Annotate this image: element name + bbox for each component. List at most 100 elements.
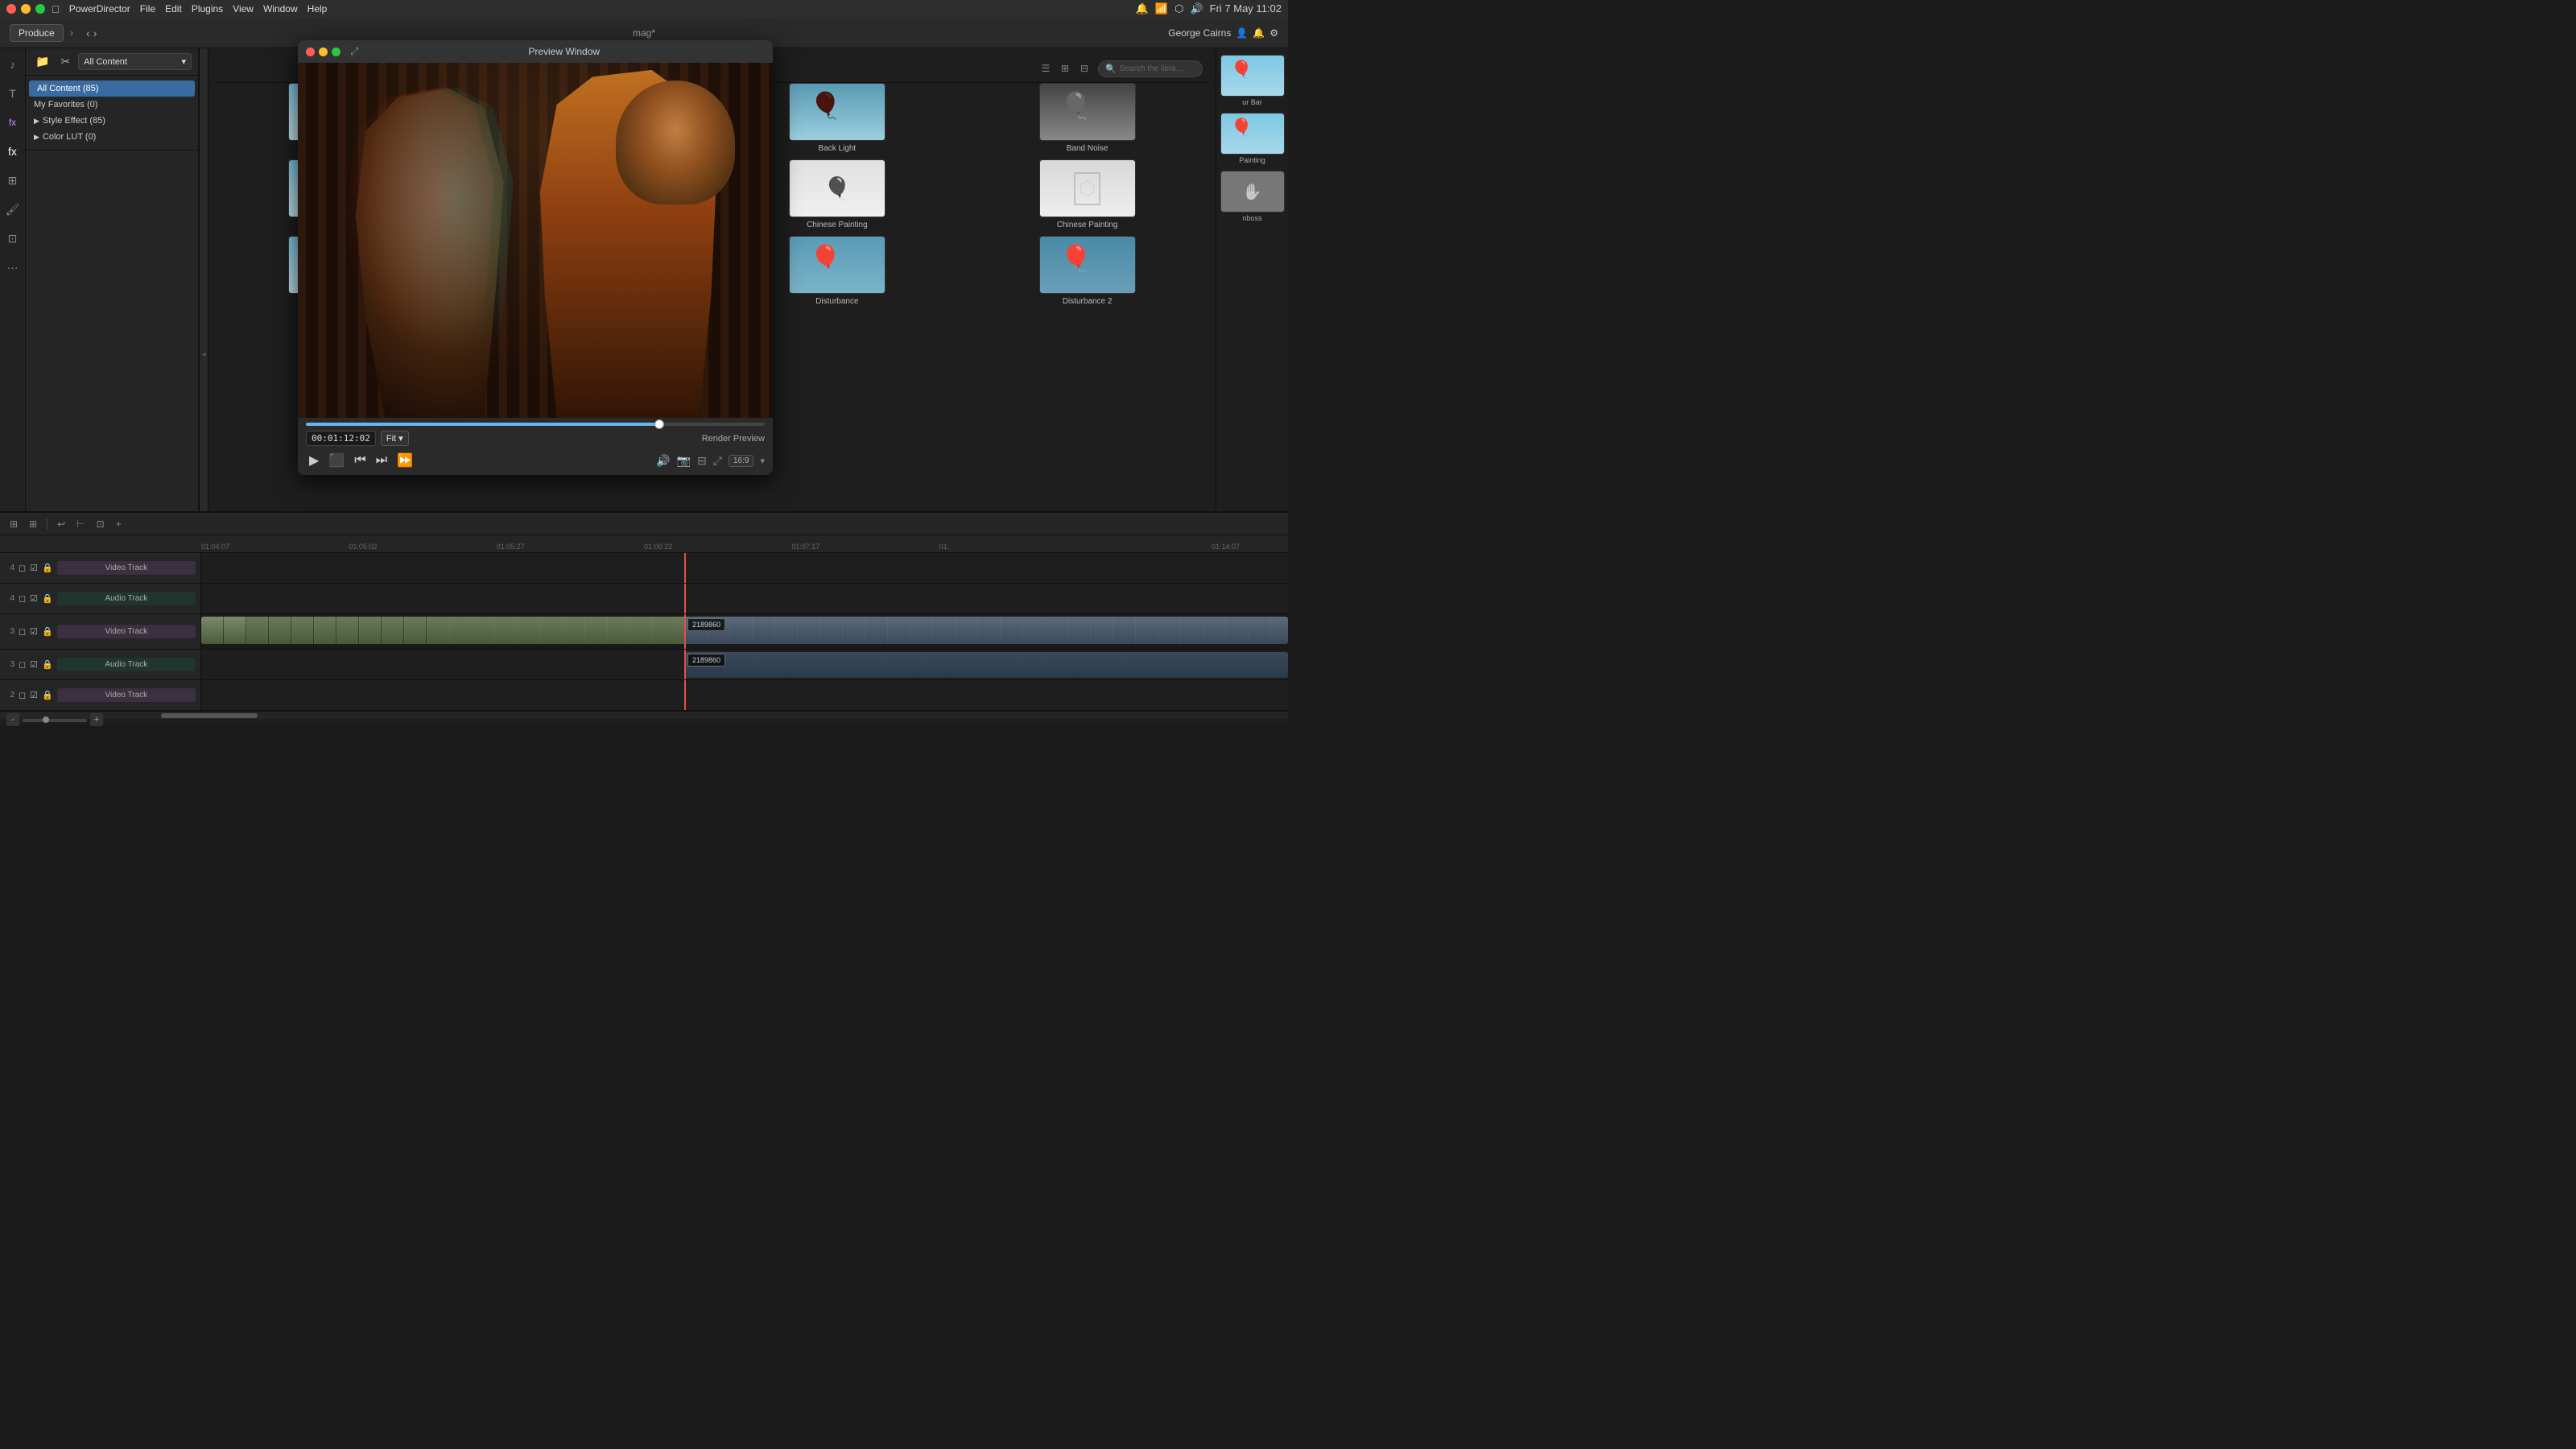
user-avatar-icon[interactable]: 👤 <box>1236 27 1248 39</box>
grid-large-view-button[interactable]: ⊟ <box>1075 60 1093 77</box>
content-dropdown[interactable]: All Content ▾ <box>78 53 192 70</box>
track-audio-3v[interactable]: 🔒 <box>41 625 54 638</box>
track-controls-3v: ◻ ☑ 🔒 <box>18 625 54 638</box>
produce-button[interactable]: Produce <box>10 24 64 42</box>
clip-frames-right <box>684 617 1288 644</box>
film-frame <box>201 617 224 644</box>
track-audio-4a[interactable]: 🔒 <box>41 592 54 605</box>
filter-button[interactable]: ✂ <box>57 53 73 70</box>
track-lock-4a[interactable]: ☑ <box>29 592 39 605</box>
list-view-button[interactable]: ☰ <box>1037 60 1055 77</box>
track-lock-3a[interactable]: ☑ <box>29 658 39 671</box>
timeline: ⊞ ⊞ ↩ ⊢ ⊡ + 01:04:07 01:05:02 01:05:27 0… <box>0 511 1288 724</box>
preview-volume-icon[interactable]: 🔊 <box>656 454 670 468</box>
menu-view[interactable]: View <box>233 3 254 14</box>
sidebar-icon-more[interactable]: ··· <box>3 258 23 277</box>
system-icons: 🔔 📶 ⬡ 🔊 Fri 7 May 11:02 <box>1136 2 1282 15</box>
track-lock-2v[interactable]: ☑ <box>29 689 39 701</box>
sidebar-icon-crop[interactable]: ⊡ <box>3 229 23 248</box>
sidebar-icon-fx[interactable]: fx <box>3 113 23 132</box>
effect-thumb-backlight: 🎈 <box>789 83 886 141</box>
forward-button[interactable]: › <box>93 27 97 39</box>
track-content-3v[interactable]: 2189860 <box>201 614 1288 649</box>
notification-icon[interactable]: 🔔 <box>1136 2 1149 15</box>
tl-add-track-button[interactable]: ⊞ <box>6 517 21 531</box>
track-lock-4v[interactable]: ☑ <box>29 562 39 574</box>
track-audio-2v[interactable]: 🔒 <box>41 689 54 701</box>
settings-icon[interactable]: ⚙ <box>1269 27 1278 39</box>
stop-button[interactable]: ⬛ <box>325 451 348 470</box>
tree-item-favorites[interactable]: My Favorites (0) <box>26 97 198 113</box>
preview-minimize-button[interactable] <box>319 47 328 56</box>
sidebar-icon-brush[interactable]: 🖌 <box>3 200 23 219</box>
track-visible-2v[interactable]: ◻ <box>18 689 27 701</box>
track-audio-4v[interactable]: 🔒 <box>41 562 54 574</box>
right-effect-emboss[interactable]: ✋ nboss <box>1220 171 1285 222</box>
preview-split-icon[interactable]: ⊟ <box>697 454 707 468</box>
preview-close-button[interactable] <box>306 47 315 56</box>
sidebar-icon-music[interactable]: ♪ <box>3 55 23 74</box>
ruler-mark-6: 01:14:07 <box>1212 543 1240 551</box>
effect-bandnoise[interactable]: 🎈 Band Noise <box>965 83 1209 153</box>
tl-scrollbar[interactable]: - + <box>0 711 1288 719</box>
zoom-out-button[interactable]: - <box>6 713 19 726</box>
video-clip-3v-right[interactable]: 2189860 <box>684 617 1288 644</box>
sidebar-icon-effects[interactable]: fx <box>3 142 23 161</box>
grid-small-view-button[interactable]: ⊞ <box>1056 60 1074 77</box>
next-frame-button[interactable]: ⏭ <box>373 451 390 470</box>
toolbar-right: George Cairns 👤 🔔 ⚙ <box>1168 27 1278 39</box>
preview-progress-bar[interactable] <box>306 423 765 426</box>
zoom-slider[interactable] <box>23 719 87 722</box>
search-bar[interactable]: 🔍 Search the libra... <box>1098 60 1203 77</box>
minimize-button[interactable] <box>21 4 31 14</box>
tl-zoom-in-button[interactable]: + <box>113 517 125 531</box>
preview-fit-dropdown[interactable]: Fit ▾ <box>381 431 409 446</box>
volume-icon[interactable]: 🔊 <box>1190 2 1203 15</box>
sidebar-icon-pip[interactable]: ⊞ <box>3 171 23 190</box>
zoom-in-button[interactable]: + <box>90 713 103 726</box>
tl-snap-button[interactable]: ⊞ <box>26 517 40 531</box>
effect-chinese2[interactable]: ⬡ Chinese Painting <box>965 159 1209 229</box>
track-visible-3a[interactable]: ◻ <box>18 658 27 671</box>
back-button[interactable]: ‹ <box>86 27 90 39</box>
traffic-lights <box>6 4 45 14</box>
tl-undo-button[interactable]: ↩ <box>54 517 68 531</box>
tl-split-button[interactable]: ⊢ <box>73 517 88 531</box>
track-visible-4a[interactable]: ◻ <box>18 592 27 605</box>
tree-item-all[interactable]: All Content (85) <box>29 80 195 97</box>
transport-row: ▶ ⬛ ⏮ ⏭ ⏩ 🔊 📷 ⊟ ⤢ 16:9 ▾ <box>306 451 765 470</box>
preview-expand-icon[interactable]: ⤢ <box>350 45 358 58</box>
menu-powerdirector[interactable]: PowerDirector <box>69 3 130 14</box>
prev-frame-button[interactable]: ⏮ <box>351 451 369 470</box>
effect-disturbance2[interactable]: 🎈 Disturbance 2 <box>965 236 1209 306</box>
effect-label-disturbance: Disturbance <box>815 297 858 306</box>
track-visible-4v[interactable]: ◻ <box>18 562 27 574</box>
tl-zoom-fit-button[interactable]: ⊡ <box>93 517 108 531</box>
preview-fullscreen-icon[interactable]: ⤢ <box>713 454 722 468</box>
close-button[interactable] <box>6 4 16 14</box>
tree-item-style[interactable]: ▶ Style Effect (85) <box>26 113 198 129</box>
track-audio-lock-3a[interactable]: 🔒 <box>41 658 54 671</box>
maximize-button[interactable] <box>35 4 45 14</box>
tl-scroll-thumb[interactable] <box>161 713 258 718</box>
tree-item-lut[interactable]: ▶ Color LUT (0) <box>26 129 198 145</box>
fast-forward-button[interactable]: ⏩ <box>394 451 416 470</box>
track-name-4v: Video Track <box>57 561 196 575</box>
right-effect-bar[interactable]: 🎈 ur Bar <box>1220 55 1285 106</box>
preview-snapshot-icon[interactable]: 📷 <box>677 454 691 468</box>
menu-file[interactable]: File <box>140 3 155 14</box>
sidebar-icon-text[interactable]: T <box>3 84 23 103</box>
import-button[interactable]: 📁 <box>32 53 52 70</box>
right-effect-painting[interactable]: 🎈 Painting <box>1220 113 1285 164</box>
user-info: George Cairns 👤 🔔 ⚙ <box>1168 27 1278 39</box>
preview-maximize-button[interactable] <box>332 47 341 56</box>
track-visible-3v[interactable]: ◻ <box>18 625 27 638</box>
menu-edit[interactable]: Edit <box>165 3 182 14</box>
track-lock-3v[interactable]: ☑ <box>29 625 39 638</box>
menu-plugins[interactable]: Plugins <box>192 3 223 14</box>
bell-icon[interactable]: 🔔 <box>1253 27 1265 39</box>
render-preview-button[interactable]: Render Preview <box>702 434 765 444</box>
menu-help[interactable]: Help <box>308 3 328 14</box>
play-button[interactable]: ▶ <box>306 451 322 470</box>
menu-window[interactable]: Window <box>263 3 298 14</box>
